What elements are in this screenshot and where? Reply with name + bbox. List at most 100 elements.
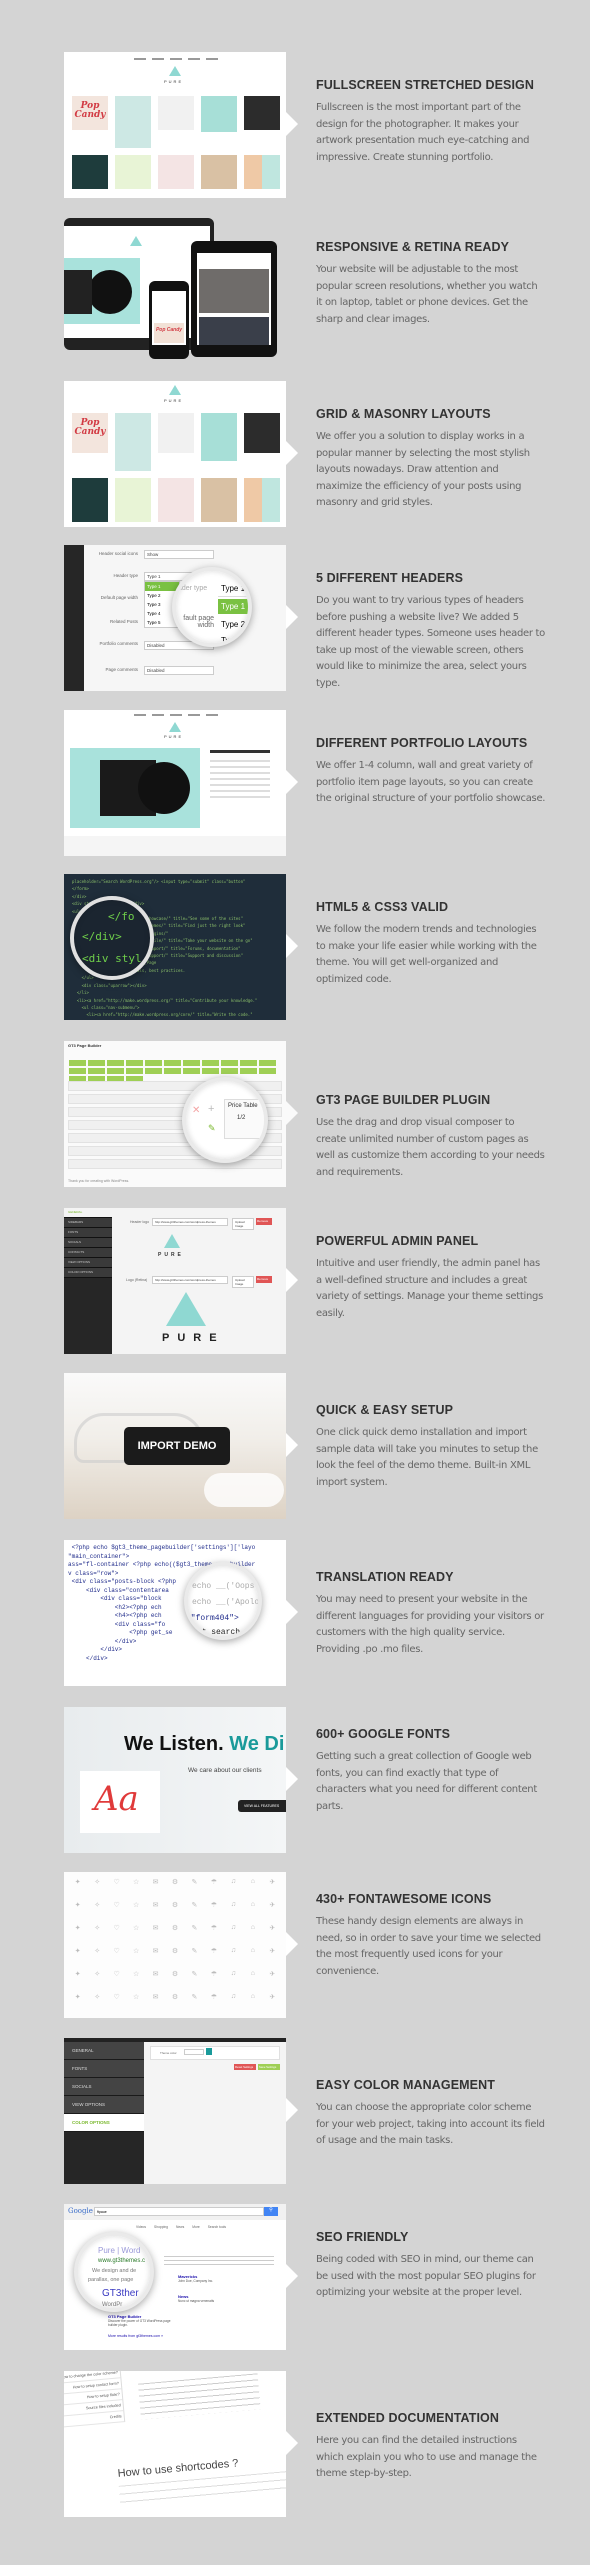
admin-menu-item[interactable]: VIEW OPTIONS bbox=[64, 1258, 112, 1268]
portfolio-tile[interactable] bbox=[72, 478, 108, 522]
portfolio-tile[interactable] bbox=[158, 155, 194, 189]
remove-button[interactable]: Remove bbox=[256, 1276, 272, 1283]
admin-menu-item[interactable]: CONTACTS bbox=[64, 1248, 112, 1258]
module-button[interactable] bbox=[88, 1068, 105, 1074]
module-button[interactable] bbox=[107, 1060, 124, 1066]
builder-footer: Thank you for creating with WordPress. bbox=[68, 1179, 130, 1183]
portfolio-tile[interactable] bbox=[201, 155, 237, 189]
portfolio-tile[interactable] bbox=[244, 155, 280, 189]
upload-image-button[interactable]: Upload Image bbox=[232, 1218, 254, 1230]
pointer-arrow bbox=[286, 1433, 298, 1457]
module-button[interactable] bbox=[107, 1068, 124, 1074]
search-button[interactable]: ⚲ bbox=[264, 2207, 278, 2216]
portfolio-tile[interactable] bbox=[244, 413, 280, 453]
admin-menu-item[interactable]: SIDEBARS bbox=[64, 1218, 112, 1228]
color-menu-item[interactable]: SOCIALS bbox=[64, 2078, 144, 2096]
dropdown-option[interactable]: Type 1 bbox=[145, 582, 179, 591]
header-social-icons-select[interactable]: Show bbox=[144, 550, 214, 559]
color-menu-item[interactable]: COLOR OPTIONS bbox=[64, 2114, 144, 2132]
builder-row[interactable] bbox=[68, 1159, 282, 1169]
portfolio-tile[interactable] bbox=[115, 155, 151, 189]
module-button[interactable] bbox=[221, 1060, 238, 1066]
delete-icon[interactable]: ✕ bbox=[192, 1105, 200, 1116]
portfolio-tile[interactable] bbox=[201, 413, 237, 461]
module-button[interactable] bbox=[183, 1068, 200, 1074]
view-all-features-button[interactable]: VIEW ALL FEATURES bbox=[238, 1800, 286, 1812]
portfolio-tile[interactable] bbox=[72, 155, 108, 189]
admin-menu-item[interactable]: FONTS bbox=[64, 1228, 112, 1238]
module-button[interactable] bbox=[240, 1068, 257, 1074]
portfolio-tile[interactable] bbox=[158, 478, 194, 522]
icon-grid: ✦ ✧ ♡ ☆ ✉ ⚙ ✎ ☂ ♫ ⌂ ✈ ✦ ✧ ♡ ☆ ✉ ⚙ ✎ ☂ ♫ ⌂ ✈ ✦ ✧ ♡ ☆ ✉ ⚙ ✎ ☂ ♫ ⌂ ✈ ✦ ✧ ♡ ☆ ✉ ⚙ ✎… bbox=[64, 1872, 286, 2018]
portfolio-tile[interactable] bbox=[158, 413, 194, 453]
admin-menu-item[interactable]: SOCIALS bbox=[64, 1238, 112, 1248]
feature-responsive: Pop Candy RESPONSIVE & RETINA READY Your… bbox=[0, 214, 590, 364]
import-demo-button[interactable]: IMPORT DEMO bbox=[124, 1427, 230, 1465]
fontawesome-icon: ✉ bbox=[152, 1925, 159, 1932]
module-button[interactable] bbox=[221, 1068, 238, 1074]
module-button[interactable] bbox=[69, 1068, 86, 1074]
module-button[interactable] bbox=[259, 1068, 276, 1074]
fontawesome-icon: ☆ bbox=[132, 1994, 140, 2001]
sitelink[interactable]: News Nunc ut magna venenatis bbox=[178, 2294, 248, 2303]
module-button[interactable] bbox=[145, 1060, 162, 1066]
sitelink-title[interactable]: GT3ther bbox=[102, 2288, 139, 2299]
page-comments-select[interactable]: Disabled bbox=[144, 666, 214, 675]
portfolio-tile[interactable] bbox=[158, 96, 194, 130]
search-tab[interactable]: More bbox=[192, 2225, 200, 2229]
portfolio-tile[interactable] bbox=[115, 96, 151, 148]
fontawesome-icon: ✈ bbox=[269, 1925, 276, 1932]
add-icon[interactable]: + bbox=[208, 1103, 214, 1115]
module-button[interactable] bbox=[145, 1068, 162, 1074]
more-results-link[interactable]: More results from gt3themes.com » bbox=[108, 2334, 163, 2338]
color-menu-item[interactable]: FONTS bbox=[64, 2060, 144, 2078]
search-tab[interactable]: Search tools bbox=[208, 2225, 226, 2229]
upload-image-button[interactable]: Upload Image bbox=[232, 1276, 254, 1288]
search-tab[interactable]: News bbox=[176, 2225, 184, 2229]
module-button[interactable] bbox=[69, 1060, 86, 1066]
fontawesome-icon: ✎ bbox=[191, 1971, 198, 1978]
module-button[interactable] bbox=[126, 1068, 143, 1074]
search-tab[interactable]: Shopping bbox=[154, 2225, 168, 2229]
feature-title: 430+ FONTAWESOME ICONS bbox=[316, 1892, 492, 1906]
admin-menu-item[interactable]: GENERAL bbox=[64, 1208, 112, 1218]
color-swatch[interactable] bbox=[206, 2048, 212, 2055]
module-button[interactable] bbox=[259, 1060, 276, 1066]
save-settings-button[interactable]: Save Settings bbox=[258, 2064, 280, 2070]
module-size[interactable]: 1/2 bbox=[225, 1112, 264, 1121]
code-line: <li><a href="http://make.wordpress.org/"… bbox=[72, 997, 258, 1003]
portfolio-tile[interactable] bbox=[201, 96, 237, 132]
portfolio-tile[interactable] bbox=[201, 478, 237, 522]
module-button[interactable] bbox=[183, 1060, 200, 1066]
portfolio-tile[interactable] bbox=[115, 478, 151, 522]
search-tab[interactable]: Videos bbox=[136, 2225, 146, 2229]
fontawesome-icon: ⚙ bbox=[171, 1994, 179, 2001]
portfolio-tile[interactable] bbox=[244, 478, 280, 522]
header-logo-input[interactable]: http://www.gt3themes.com/wordpress-theme… bbox=[152, 1218, 228, 1226]
portfolio-tile[interactable] bbox=[244, 96, 280, 130]
color-menu-item[interactable]: GENERAL bbox=[64, 2042, 144, 2060]
module-button[interactable] bbox=[202, 1060, 219, 1066]
admin-menu-item[interactable]: COLOR OPTIONS bbox=[64, 1268, 112, 1278]
portfolio-tile[interactable] bbox=[115, 413, 151, 471]
module-button[interactable] bbox=[202, 1068, 219, 1074]
remove-button[interactable]: Remove bbox=[256, 1218, 272, 1225]
edit-icon[interactable]: ✎ bbox=[208, 1123, 216, 1134]
module-button[interactable] bbox=[164, 1060, 181, 1066]
fontawesome-icon: ✦ bbox=[74, 1879, 81, 1886]
result-title[interactable]: Pure | Word bbox=[98, 2246, 140, 2255]
admin-sidebar: GENERAL SIDEBARS FONTS SOCIALS CONTACTS VIEW … bbox=[64, 1208, 112, 1354]
sitelink[interactable]: GT3 Page Builder Discover the power of GT… bbox=[108, 2314, 178, 2327]
sitelink[interactable]: Mavericks John Doe, Company Inc. bbox=[178, 2274, 248, 2283]
module-button[interactable] bbox=[240, 1060, 257, 1066]
reset-settings-button[interactable]: Reset Settings bbox=[234, 2064, 256, 2070]
retina-logo-input[interactable]: http://www.gt3themes.com/wordpress-theme… bbox=[152, 1276, 228, 1284]
module-button[interactable] bbox=[88, 1060, 105, 1066]
module-button[interactable] bbox=[164, 1068, 181, 1074]
color-menu-item[interactable]: VIEW OPTIONS bbox=[64, 2096, 144, 2114]
portfolio-tile[interactable]: Pop Candy bbox=[72, 96, 108, 130]
feature-text: 5 DIFFERENT HEADERS Do you want to try v… bbox=[316, 571, 546, 693]
portfolio-tile[interactable]: Pop Candy bbox=[72, 413, 108, 453]
search-input[interactable]: ftpaue bbox=[94, 2207, 264, 2216]
module-button[interactable] bbox=[126, 1060, 143, 1066]
